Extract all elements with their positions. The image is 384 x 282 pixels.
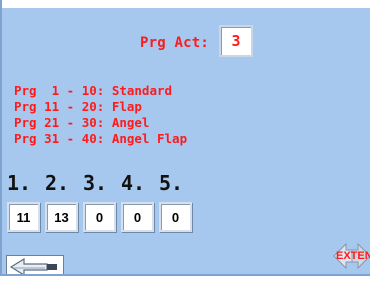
slot-header-4: 4. [121,171,146,195]
program-active-field[interactable]: 3 [219,25,253,57]
program-range-line: Prg 11 - 20: Flap [14,99,142,114]
slot-header-1: 1. [7,171,32,195]
slot-value: 13 [54,209,69,225]
slot-value: 0 [95,209,104,225]
slot-field-5[interactable]: 0 [159,202,192,232]
slot-field-4[interactable]: 0 [121,202,154,232]
slot-header-2: 2. [45,171,70,195]
back-button[interactable] [6,255,64,274]
extend-button[interactable]: EXTEN [332,238,370,274]
program-range-line: Prg 1 - 10: Standard [14,83,173,98]
slot-field-3[interactable]: 0 [83,202,116,232]
slot-value: 0 [133,209,142,225]
hmi-screen: Prg Act: 3 Prg 1 - 10: Standard Prg 11 -… [0,0,370,276]
program-range-list: Prg 1 - 10: Standard Prg 11 - 20: Flap P… [14,83,187,147]
slot-header-5: 5. [159,171,184,195]
extend-label: EXTEN [336,250,370,262]
program-active-label: Prg Act: [140,35,210,51]
slot-header-3: 3. [83,171,108,195]
program-active-value: 3 [231,32,241,50]
back-arrow-icon [9,257,57,274]
slot-value: 11 [16,209,31,225]
program-range-line: Prg 31 - 40: Angel Flap [14,131,188,146]
top-border [2,0,370,8]
slot-field-1[interactable]: 11 [7,202,40,232]
program-range-line: Prg 21 - 30: Angel [14,115,150,130]
slot-fields: 11 13 0 0 0 [7,202,197,232]
slot-value: 0 [171,209,180,225]
slot-headers: 1. 2. 3. 4. 5. [7,172,197,194]
slot-field-2[interactable]: 13 [45,202,78,232]
